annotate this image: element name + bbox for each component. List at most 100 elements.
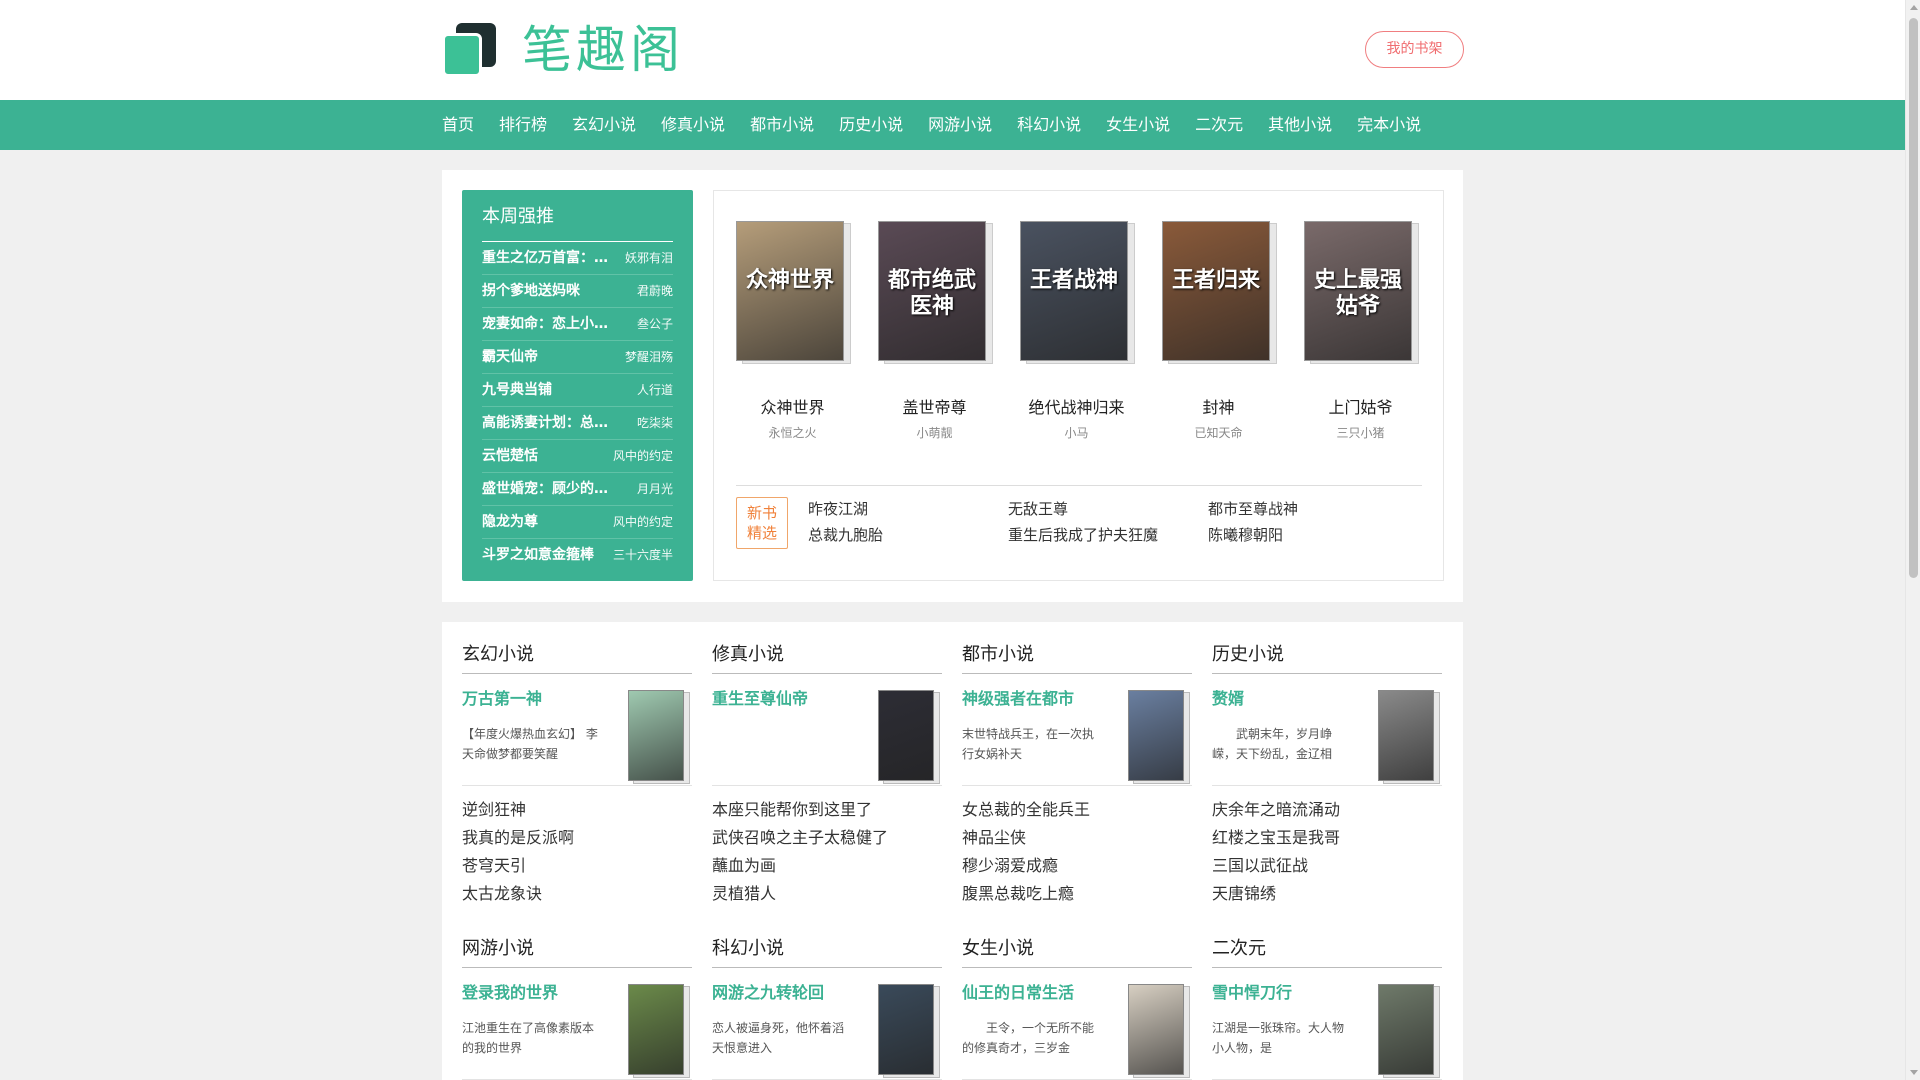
site-logo[interactable]: 笔趣阁 [442,22,684,78]
cover-image[interactable]: 王者归来 [1162,221,1270,361]
category-title[interactable]: 历史小说 [1212,640,1442,674]
cover-image[interactable] [628,690,684,781]
cover-image[interactable] [1378,690,1434,781]
category-top-book[interactable]: 网游之九转轮回 恋人被逼身死，他怀着滔天恨意进入 [712,968,942,1080]
category-top-book[interactable]: 登录我的世界 江池重生在了高像素版本的我的世界 [462,968,692,1080]
rec-item[interactable]: 盛世婚宠：顾少的心头 月月光 [482,473,673,506]
book-cover[interactable]: 王者战神 [1020,221,1135,364]
category-book-link[interactable]: 我真的是反派啊 [462,824,692,852]
category-title[interactable]: 玄幻小说 [462,640,692,674]
category-title[interactable]: 网游小说 [462,934,692,968]
rec-book-name[interactable]: 隐龙为尊 [482,506,538,538]
nav-item-home[interactable]: 首页 [442,100,474,150]
rec-item[interactable]: 九号典当铺 人行道 [482,374,673,407]
rec-book-name[interactable]: 云恺楚恬 [482,440,538,472]
book-title[interactable]: 封神 [1162,394,1275,418]
rec-item[interactable]: 宠妻如命：恋上小娇妻 叁公子 [482,308,673,341]
rec-author[interactable]: 君蔚晚 [637,275,673,307]
new-book-link[interactable]: 昨夜江湖 [808,499,1008,519]
nav-item-wanben[interactable]: 完本小说 [1357,100,1421,150]
book-title[interactable]: 上门姑爷 [1304,394,1417,418]
rec-item[interactable]: 斗罗之如意金箍棒 三十六度半 [482,539,673,572]
category-top-book[interactable]: 神级强者在都市 末世特战兵王，在一次执行女娲补天 [962,674,1192,786]
new-book-link[interactable]: 无敌王尊 [1008,499,1208,519]
nav-item-wangyou[interactable]: 网游小说 [928,100,992,150]
rec-book-name[interactable]: 高能诱妻计划：总裁的 [482,407,612,439]
new-book-link[interactable]: 总裁九胞胎 [808,525,1008,545]
category-book-link[interactable]: 穆少溺爱成瘾 [962,852,1192,880]
top-book-cover[interactable] [878,690,940,784]
book-cover[interactable]: 都市绝武医神 [878,221,993,364]
top-book-cover[interactable] [878,984,940,1078]
category-book-link[interactable]: 灵植猎人 [712,880,942,908]
category-book-link[interactable]: 逆剑狂神 [462,796,692,824]
cover-image[interactable] [1128,984,1184,1075]
featured-book[interactable]: 史上最强姑爷 上门姑爷 三只小猪 [1304,221,1446,441]
cover-image[interactable] [1128,690,1184,781]
top-book-cover[interactable] [1378,690,1440,784]
category-book-link[interactable]: 蘸血为画 [712,852,942,880]
category-title[interactable]: 二次元 [1212,934,1442,968]
category-top-book[interactable]: 万古第一神 【年度火爆热血玄幻】 李天命做梦都要笑醒 [462,674,692,786]
top-book-cover[interactable] [1128,984,1190,1078]
category-book-link[interactable]: 苍穹天引 [462,852,692,880]
category-book-link[interactable]: 太古龙象诀 [462,880,692,908]
category-book-link[interactable]: 武侠召唤之主子太稳健了 [712,824,942,852]
book-cover[interactable]: 众神世界 [736,221,851,364]
book-cover[interactable]: 史上最强姑爷 [1304,221,1419,364]
top-book-cover[interactable] [628,690,690,784]
cover-image[interactable] [1378,984,1434,1075]
category-title[interactable]: 修真小说 [712,640,942,674]
rec-author[interactable]: 吃柒柒 [637,407,673,439]
rec-author[interactable]: 月月光 [637,473,673,505]
featured-book[interactable]: 王者战神 绝代战神归来 小马 [1020,221,1162,441]
nav-item-kehuan[interactable]: 科幻小说 [1017,100,1081,150]
nav-item-lishi[interactable]: 历史小说 [839,100,903,150]
rec-author[interactable]: 妖邪有泪 [625,242,673,274]
category-top-book[interactable]: 雪中悍刀行 江湖是一张珠帘。大人物小人物，是 [1212,968,1442,1080]
top-book-cover[interactable] [1128,690,1190,784]
top-book-title[interactable]: 雪中悍刀行 [1212,979,1292,1003]
category-top-book[interactable]: 赘婿 武朝末年，岁月峥嵘，天下纷乱，金辽相 [1212,674,1442,786]
cover-image[interactable]: 众神世界 [736,221,844,361]
category-book-link[interactable]: 本座只能帮你到这里了 [712,796,942,824]
rec-book-name[interactable]: 斗罗之如意金箍棒 [482,539,594,572]
scroll-up-arrow-icon[interactable] [1910,5,1918,10]
featured-book[interactable]: 王者归来 封神 已知天命 [1162,221,1304,441]
category-book-link[interactable]: 庆余年之暗流涌动 [1212,796,1442,824]
category-top-book[interactable]: 重生至尊仙帝 [712,674,942,786]
rec-book-name[interactable]: 霸天仙帝 [482,341,538,373]
nav-item-qita[interactable]: 其他小说 [1268,100,1332,150]
category-title[interactable]: 女生小说 [962,934,1192,968]
new-book-link[interactable]: 陈曦穆朝阳 [1208,525,1408,545]
nav-item-dushi[interactable]: 都市小说 [750,100,814,150]
top-book-cover[interactable] [1378,984,1440,1078]
category-book-link[interactable]: 红楼之宝玉是我哥 [1212,824,1442,852]
cover-image[interactable] [628,984,684,1075]
rec-item[interactable]: 霸天仙帝 梦醒泪殇 [482,341,673,374]
cover-image[interactable]: 史上最强姑爷 [1304,221,1412,361]
rec-author[interactable]: 风中的约定 [613,440,673,472]
my-bookshelf-button[interactable]: 我的书架 [1365,31,1464,68]
category-book-link[interactable]: 天唐锦绣 [1212,880,1442,908]
top-book-title[interactable]: 网游之九转轮回 [712,979,824,1003]
rec-author[interactable]: 梦醒泪殇 [625,341,673,373]
top-book-title[interactable]: 万古第一神 [462,685,542,709]
rec-author[interactable]: 风中的约定 [613,506,673,538]
cover-image[interactable]: 都市绝武医神 [878,221,986,361]
book-title[interactable]: 盖世帝尊 [878,394,991,418]
scroll-down-arrow-icon[interactable] [1910,1070,1918,1075]
cover-image[interactable] [878,690,934,781]
rec-author[interactable]: 叁公子 [637,308,673,340]
category-top-book[interactable]: 仙王的日常生活 王令，一个无所不能的修真奇才，三岁金 [962,968,1192,1080]
rec-book-name[interactable]: 宠妻如命：恋上小娇妻 [482,308,612,340]
book-title[interactable]: 绝代战神归来 [1020,394,1133,418]
new-book-link[interactable]: 重生后我成了护夫狂魔 [1008,525,1208,545]
nav-item-nvsheng[interactable]: 女生小说 [1106,100,1170,150]
rec-item[interactable]: 重生之亿万首富：总裁小娇妻妖邪有泪 [482,242,673,275]
rec-author[interactable]: 人行道 [637,374,673,406]
cover-image[interactable] [878,984,934,1075]
category-title[interactable]: 都市小说 [962,640,1192,674]
nav-item-ranking[interactable]: 排行榜 [499,100,547,150]
top-book-title[interactable]: 神级强者在都市 [962,685,1074,709]
